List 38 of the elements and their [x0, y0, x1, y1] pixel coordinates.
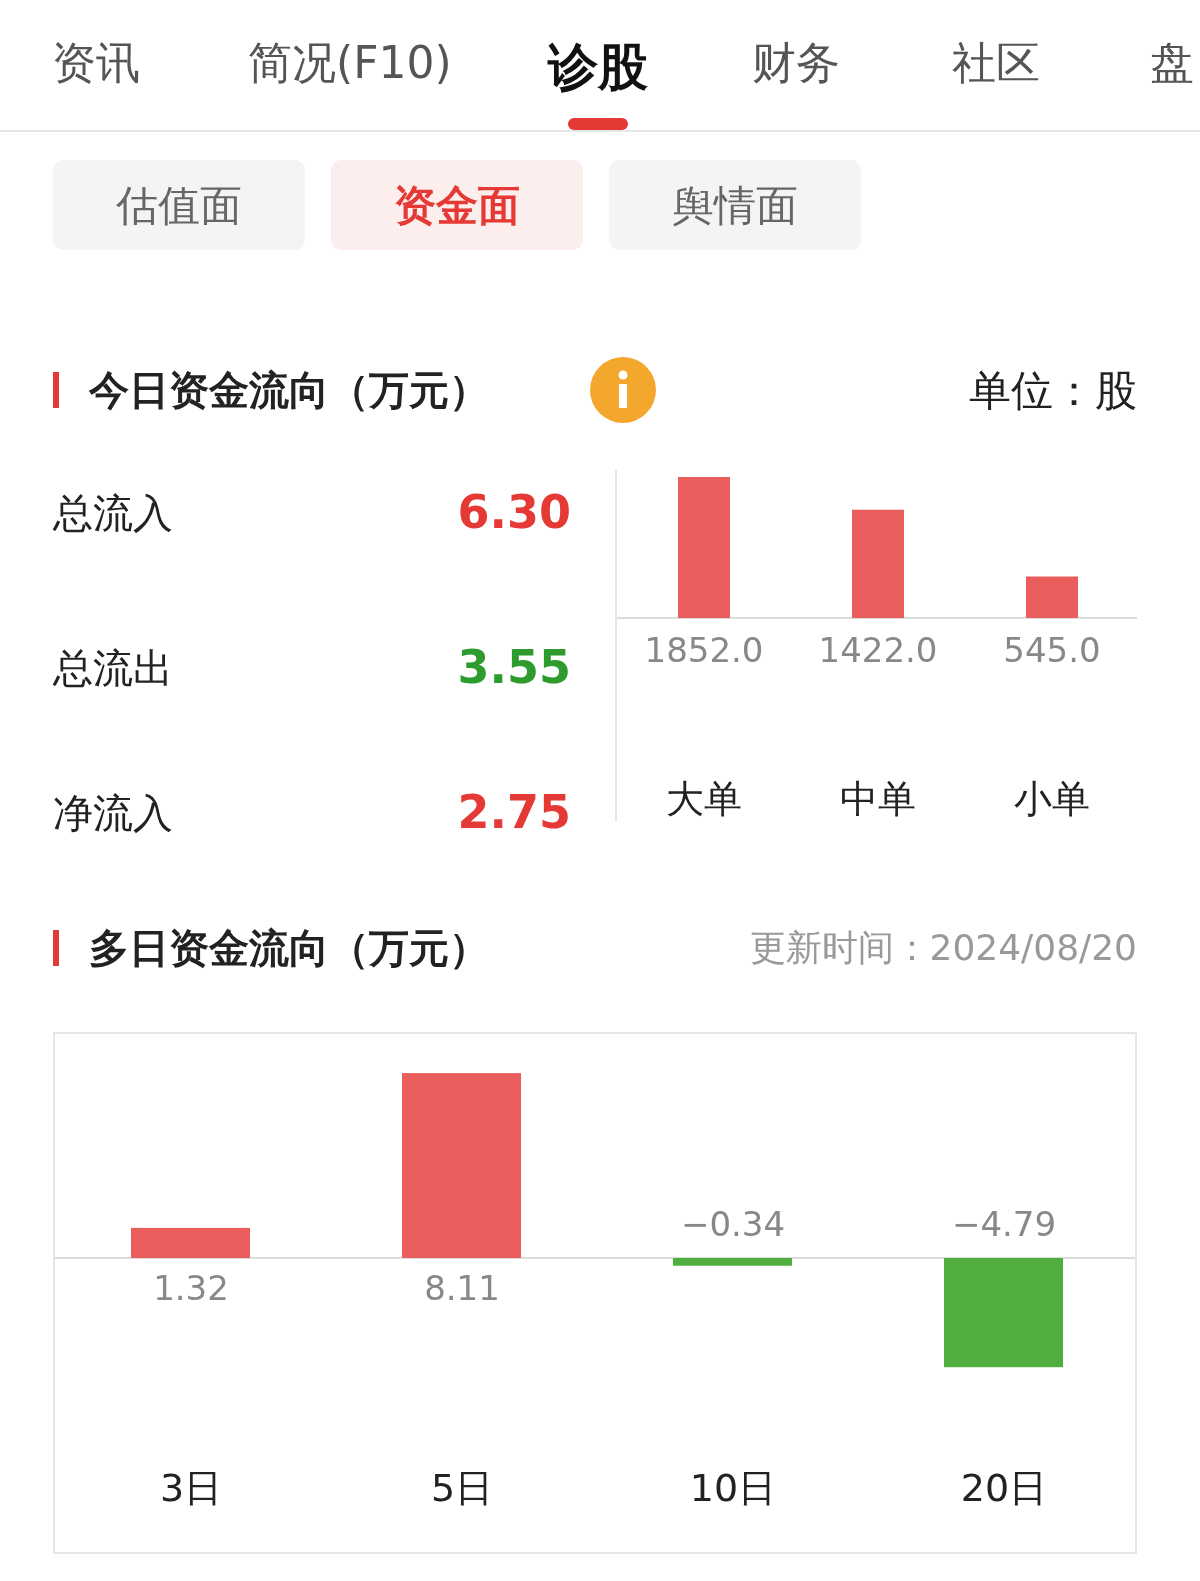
- flow-value: 6.30: [457, 484, 571, 541]
- bar-value: 545.0: [1003, 630, 1101, 670]
- tab[interactable]: 简况(F10): [248, 30, 452, 96]
- bar-value: −0.34: [680, 1204, 786, 1244]
- tab[interactable]: 财务: [752, 30, 840, 96]
- section-title: 多日资金流向（万元）: [89, 924, 489, 973]
- bar-value: −4.79: [951, 1204, 1057, 1244]
- category-label: 10日: [689, 1466, 777, 1510]
- unit-label: 单位：股: [969, 364, 1137, 417]
- tab[interactable]: 资讯: [52, 30, 140, 96]
- category-label: 20日: [960, 1466, 1048, 1510]
- section-marker: [53, 930, 59, 966]
- tab[interactable]: 诊股: [548, 30, 648, 105]
- info-icon[interactable]: [589, 356, 657, 424]
- bar-value: 1.32: [153, 1268, 229, 1308]
- flow-value: 3.55: [457, 639, 571, 696]
- flow-label: 总流入: [53, 488, 173, 538]
- flow-value: 2.75: [457, 784, 571, 841]
- bar-value: 1852.0: [644, 630, 764, 670]
- category-label: 小单: [1014, 777, 1090, 821]
- bar-value: 1422.0: [818, 630, 938, 670]
- segment-tab[interactable]: 资金面: [331, 160, 583, 250]
- section-marker: [53, 372, 59, 408]
- flow-label: 总流出: [53, 643, 173, 693]
- bar: [1026, 576, 1078, 618]
- tab-indicator: [568, 118, 628, 130]
- tab[interactable]: 社区: [952, 30, 1040, 96]
- segment-tab[interactable]: 估值面: [53, 160, 305, 250]
- tab[interactable]: 盘: [1150, 30, 1194, 96]
- segment-tab[interactable]: 舆情面: [609, 160, 861, 250]
- category-label: 大单: [666, 777, 742, 821]
- category-label: 3日: [159, 1466, 223, 1510]
- category-label: 5日: [430, 1466, 494, 1510]
- flow-label: 净流入: [53, 788, 173, 838]
- category-label: 中单: [840, 777, 916, 821]
- update-time: 更新时间：2024/08/20: [749, 926, 1137, 970]
- bar-value: 8.11: [424, 1268, 500, 1308]
- section-title: 今日资金流向（万元）: [89, 366, 489, 415]
